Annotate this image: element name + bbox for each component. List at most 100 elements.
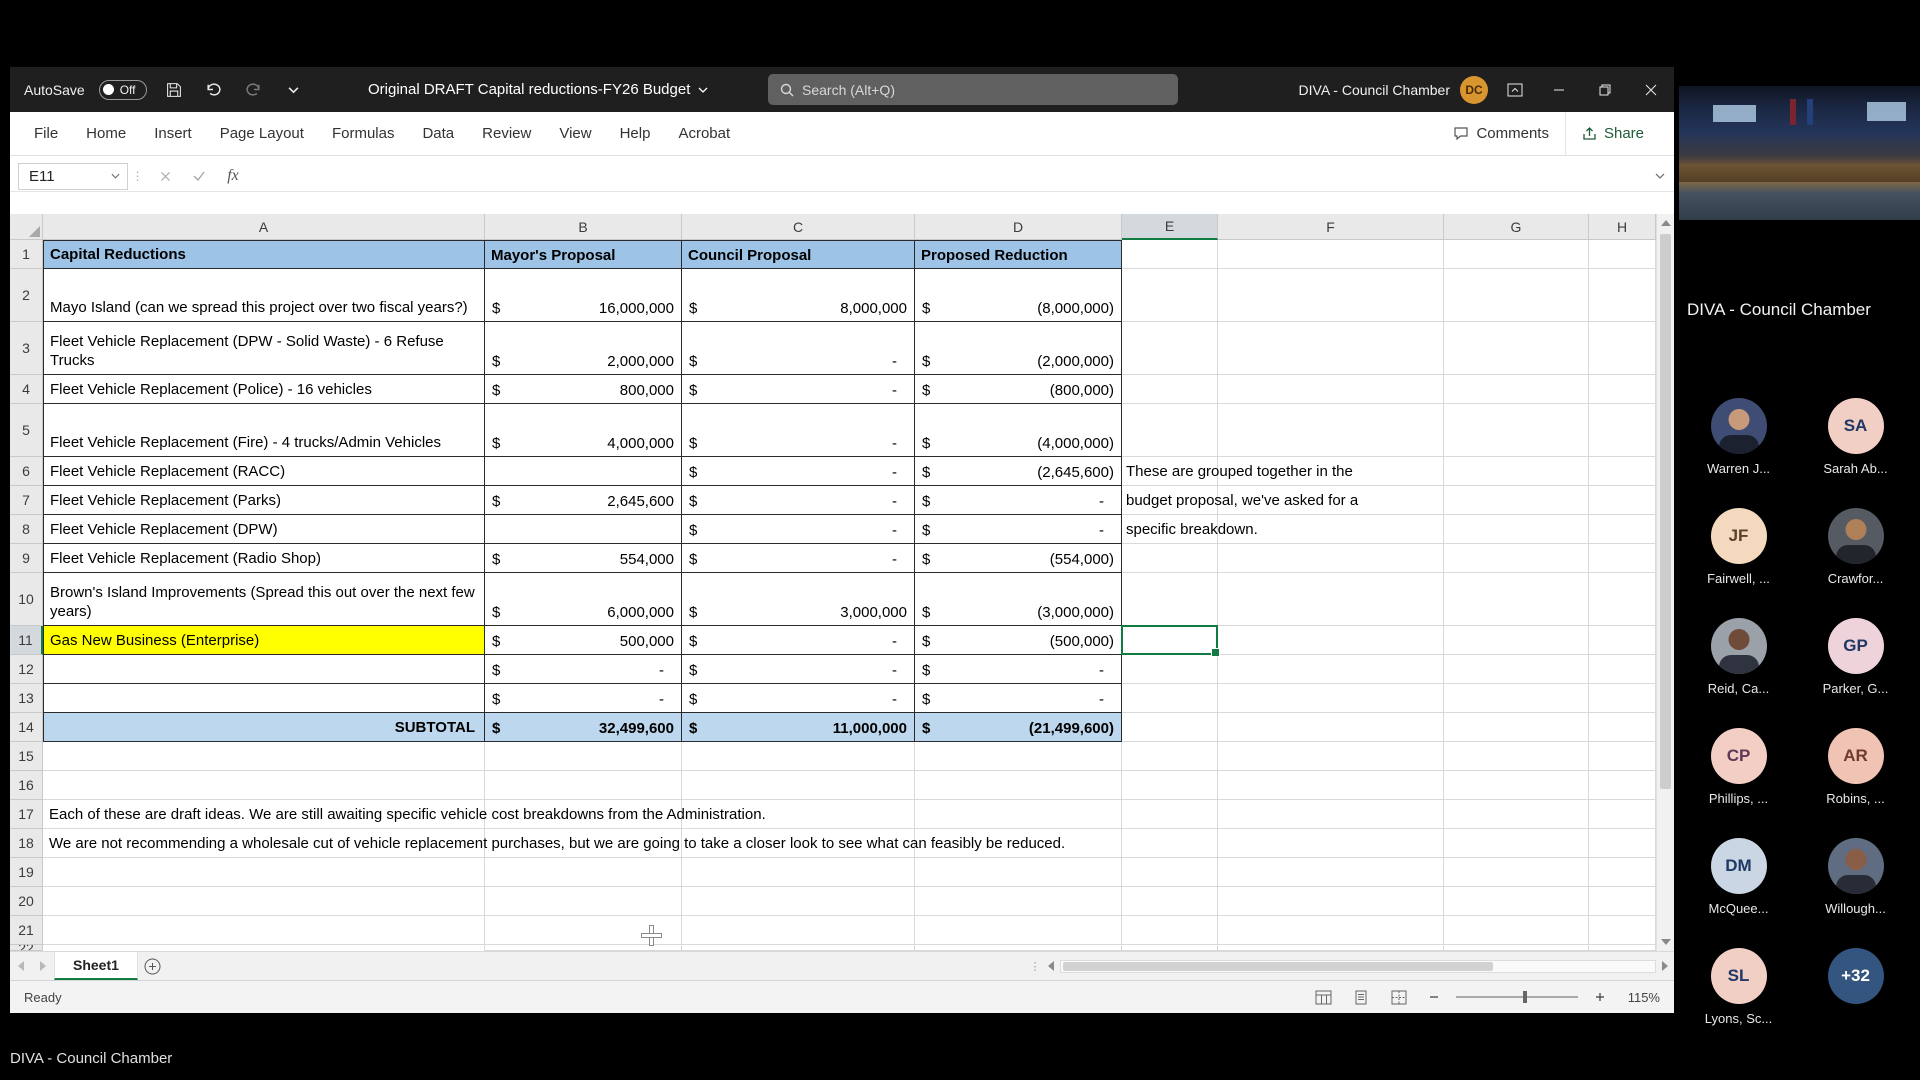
cell-h21[interactable] (1589, 916, 1656, 945)
cell-e10[interactable] (1122, 573, 1218, 626)
zoom-slider-knob[interactable] (1523, 991, 1528, 1003)
cell-h5[interactable] (1589, 404, 1656, 457)
cell-b5[interactable]: $4,000,000 (485, 404, 682, 457)
cell-e2[interactable] (1122, 269, 1218, 322)
cell-b2[interactable]: $16,000,000 (485, 269, 682, 322)
cell-d6[interactable]: $ (2,645,600) (915, 457, 1122, 486)
cancel-icon[interactable] (148, 163, 182, 190)
ribbon-tab-insert[interactable]: Insert (140, 112, 206, 155)
cell-b3[interactable]: $2,000,000 (485, 322, 682, 375)
vertical-scroll-thumb[interactable] (1660, 234, 1671, 789)
cell-g11[interactable] (1444, 626, 1589, 655)
participant-tile-3[interactable]: JF Fairwell, ... (1683, 508, 1795, 586)
cell-c16[interactable] (682, 771, 915, 800)
cell-h1[interactable] (1589, 240, 1656, 269)
cell-h19[interactable] (1589, 858, 1656, 887)
cell-d3[interactable]: $ (2,000,000) (915, 322, 1122, 375)
cell-f20[interactable] (1218, 887, 1444, 916)
row-header-12[interactable]: 12 (10, 655, 43, 684)
cell-a6[interactable]: Fleet Vehicle Replacement (RACC) (43, 457, 485, 486)
column-header-a[interactable]: A (43, 214, 485, 240)
cell-d14[interactable]: $ (21,499,600) (915, 713, 1122, 742)
name-box-splitter[interactable]: ⋮ (128, 169, 148, 183)
cell-a21[interactable] (43, 916, 485, 945)
sheet-tab-sheet1[interactable]: Sheet1 (54, 952, 138, 980)
row-header-5[interactable]: 5 (10, 404, 43, 457)
cell-e19[interactable] (1122, 858, 1218, 887)
scroll-up-icon[interactable] (1657, 214, 1674, 232)
cell-f2[interactable] (1218, 269, 1444, 322)
cell-a17[interactable] (43, 800, 485, 829)
cell-d17[interactable] (915, 800, 1122, 829)
scroll-right-icon[interactable] (1656, 952, 1674, 980)
cell-c12[interactable]: $ - (682, 655, 915, 684)
cell-h17[interactable] (1589, 800, 1656, 829)
ribbon-tab-file[interactable]: File (20, 112, 72, 155)
cell-f16[interactable] (1218, 771, 1444, 800)
cell-g18[interactable] (1444, 829, 1589, 858)
cell-d7[interactable]: $ - (915, 486, 1122, 515)
cell-b4[interactable]: $800,000 (485, 375, 682, 404)
cell-b13[interactable]: $ - (485, 684, 682, 713)
cell-a12[interactable] (43, 655, 485, 684)
cell-c8[interactable]: $ - (682, 515, 915, 544)
formula-input[interactable] (250, 163, 1646, 190)
row-header-13[interactable]: 13 (10, 684, 43, 713)
cell-b11[interactable]: $500,000 (485, 626, 682, 655)
cell-b17[interactable] (485, 800, 682, 829)
cell-h3[interactable] (1589, 322, 1656, 375)
cell-d2[interactable]: $ (8,000,000) (915, 269, 1122, 322)
cell-h16[interactable] (1589, 771, 1656, 800)
participant-tile-6[interactable]: GP Parker, G... (1800, 618, 1912, 696)
cell-b12[interactable]: $ - (485, 655, 682, 684)
cell-a10[interactable]: Brown's Island Improvements (Spread this… (43, 573, 485, 626)
cell-e8[interactable] (1122, 515, 1218, 544)
cell-f5[interactable] (1218, 404, 1444, 457)
cell-c5[interactable]: $ - (682, 404, 915, 457)
cell-h6[interactable] (1589, 457, 1656, 486)
cell-g12[interactable] (1444, 655, 1589, 684)
cell-e13[interactable] (1122, 684, 1218, 713)
cell-g13[interactable] (1444, 684, 1589, 713)
cell-a2[interactable]: Mayo Island (can we spread this project … (43, 269, 485, 322)
cell-f14[interactable] (1218, 713, 1444, 742)
selected-cell-e11[interactable] (1121, 625, 1220, 657)
cell-e9[interactable] (1122, 544, 1218, 573)
cell-a8[interactable]: Fleet Vehicle Replacement (DPW) (43, 515, 485, 544)
cell-a19[interactable] (43, 858, 485, 887)
cell-e20[interactable] (1122, 887, 1218, 916)
cell-h12[interactable] (1589, 655, 1656, 684)
cell-g1[interactable] (1444, 240, 1589, 269)
cell-a16[interactable] (43, 771, 485, 800)
column-header-h[interactable]: H (1589, 214, 1656, 240)
cell-a13[interactable] (43, 684, 485, 713)
cell-g4[interactable] (1444, 375, 1589, 404)
cell-b15[interactable] (485, 742, 682, 771)
cell-g19[interactable] (1444, 858, 1589, 887)
cell-f7[interactable] (1218, 486, 1444, 515)
cell-e15[interactable] (1122, 742, 1218, 771)
prev-sheet-icon[interactable] (10, 952, 32, 980)
ribbon-tab-acrobat[interactable]: Acrobat (664, 112, 744, 155)
column-header-b[interactable]: B (485, 214, 682, 240)
cell-a5[interactable]: Fleet Vehicle Replacement (Fire) - 4 tru… (43, 404, 485, 457)
participant-tile-10[interactable]: Willough... (1800, 838, 1912, 916)
cell-c14[interactable]: $11,000,000 (682, 713, 915, 742)
cell-g15[interactable] (1444, 742, 1589, 771)
cell-b9[interactable]: $554,000 (485, 544, 682, 573)
save-icon[interactable] (161, 77, 187, 103)
insert-function-icon[interactable]: fx (216, 163, 250, 190)
row-header-17[interactable]: 17 (10, 800, 43, 829)
cell-f9[interactable] (1218, 544, 1444, 573)
row-header-8[interactable]: 8 (10, 515, 43, 544)
ribbon-display-options-icon[interactable] (1502, 77, 1528, 103)
page-layout-view-icon[interactable] (1348, 986, 1374, 1008)
cell-g16[interactable] (1444, 771, 1589, 800)
cell-g22[interactable] (1444, 945, 1589, 951)
cell-b16[interactable] (485, 771, 682, 800)
share-button[interactable]: Share (1564, 112, 1660, 155)
cell-g14[interactable] (1444, 713, 1589, 742)
cell-c4[interactable]: $ - (682, 375, 915, 404)
row-header-16[interactable]: 16 (10, 771, 43, 800)
column-header-c[interactable]: C (682, 214, 915, 240)
